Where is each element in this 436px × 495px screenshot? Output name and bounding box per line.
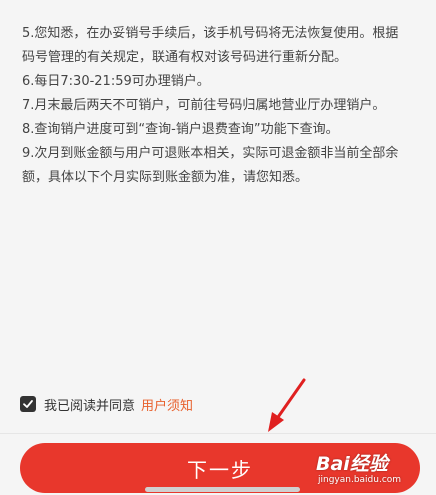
notice-line: 8.查询销户进度可到“查询-销户退费查询”功能下查询。 xyxy=(22,122,339,137)
notice-line: 5.您知悉，在办妥销号手续后，该手机号码将无法恢复使用。根据 xyxy=(22,26,399,41)
agreement-row: 我已阅读并同意 用户须知 xyxy=(20,393,193,415)
user-notice-link[interactable]: 用户须知 xyxy=(141,395,193,414)
agreement-text: 我已阅读并同意 xyxy=(44,398,136,414)
watermark-logo: Bai经验 xyxy=(316,453,388,475)
home-indicator xyxy=(145,487,300,492)
watermark: Bai经验 jingyan.baidu.com xyxy=(316,447,434,491)
notice-line: 6.每日7:30-21:59可办理销户。 xyxy=(22,74,210,89)
notice-line: 额，具体以下个月实际到账金额为准，请您知悉。 xyxy=(22,170,309,185)
checkmark-icon xyxy=(23,400,33,408)
watermark-url: jingyan.baidu.com xyxy=(318,475,402,485)
notice-line: 9.次月到账金额与用户可退账本相关，实际可退金额非当前全部余 xyxy=(22,146,399,161)
footer-divider xyxy=(0,433,436,434)
notice-line: 7.月末最后两天不可销户，可前往号码归属地营业厅办理销户。 xyxy=(22,98,386,113)
agreement-checkbox[interactable] xyxy=(20,396,36,412)
notice-line: 码号管理的有关规定，联通有权对该号码进行重新分配。 xyxy=(22,50,348,65)
